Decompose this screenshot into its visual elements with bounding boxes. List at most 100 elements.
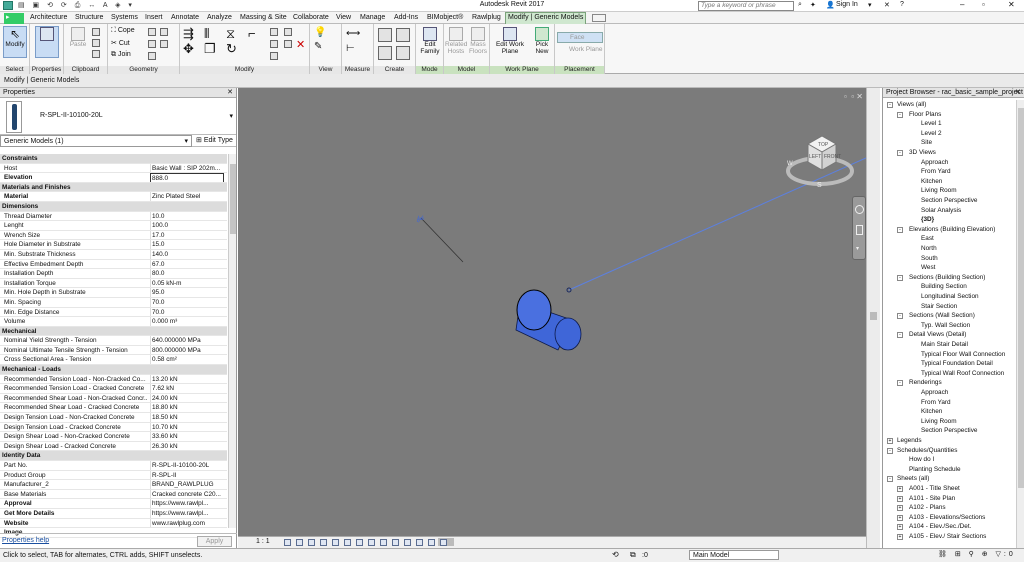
array-icon[interactable]: [270, 40, 278, 48]
property-row[interactable]: Thread Diameter 10.0: [0, 211, 227, 222]
close-properties-icon[interactable]: ✕: [227, 88, 233, 98]
tree-expand-toggle[interactable]: +: [897, 495, 903, 502]
browser-scroll-thumb[interactable]: [1018, 108, 1024, 488]
property-row[interactable]: Nominal Ultimate Tensile Strength - Tens…: [0, 345, 227, 356]
cope-button[interactable]: ⛶ Cope: [111, 27, 135, 35]
tab-systems[interactable]: Systems: [109, 13, 140, 24]
tab-structure[interactable]: Structure: [73, 13, 105, 24]
browser-tree-item[interactable]: Typical Wall Roof Connection: [921, 370, 1004, 378]
browser-tree-item[interactable]: A104 - Elev./Sec./Det.: [909, 523, 971, 531]
related-hosts-button[interactable]: Related Hosts: [445, 27, 467, 55]
property-value[interactable]: 80.0: [150, 269, 224, 278]
browser-tree-item[interactable]: Kitchen: [921, 178, 942, 186]
browser-tree-item[interactable]: 3D Views: [909, 149, 936, 157]
copy-clipboard-icon[interactable]: [92, 39, 100, 47]
rendering-dialog-icon[interactable]: [332, 539, 339, 546]
tree-expand-toggle[interactable]: +: [897, 534, 903, 540]
exchange-icon[interactable]: ✕: [884, 1, 890, 9]
property-row[interactable]: Recommended Shear Load - Cracked Concret…: [0, 403, 227, 414]
sun-path-icon[interactable]: [308, 539, 315, 546]
browser-tree-item[interactable]: How do I: [909, 456, 934, 464]
reveal-hidden-icon[interactable]: [392, 539, 399, 546]
browser-tree-item[interactable]: From Yard: [921, 168, 951, 176]
editable-only-icon[interactable]: ⧉: [630, 550, 636, 560]
browser-tree-item[interactable]: Elevations (Building Elevation): [909, 226, 995, 234]
steering-wheel-icon[interactable]: [855, 205, 864, 214]
tab-view[interactable]: View: [334, 13, 353, 24]
help-icon[interactable]: ?: [900, 1, 904, 8]
tree-expand-toggle[interactable]: +: [897, 524, 903, 531]
property-row[interactable]: Host Basic Wall : SIP 202m...: [0, 163, 227, 174]
highlight-displacement-icon[interactable]: [428, 539, 435, 546]
sign-in-dropdown-icon[interactable]: ▾: [868, 1, 872, 9]
browser-tree-item[interactable]: A102 - Plans: [909, 504, 946, 512]
property-row[interactable]: Recommended Tension Load - Non-Cracked C…: [0, 374, 227, 385]
viewcube[interactable]: TOP LEFT FRONT S W: [786, 128, 860, 189]
pick-new-button[interactable]: Pick New: [532, 27, 552, 55]
properties-scrollbar[interactable]: [228, 154, 236, 528]
browser-tree-item[interactable]: West: [921, 264, 935, 272]
modify-button[interactable]: ⇖ Modify: [3, 26, 27, 58]
browser-tree-item[interactable]: Typical Foundation Detail: [921, 360, 993, 368]
property-row[interactable]: Hole Diameter in Substrate 15.0: [0, 240, 227, 250]
browser-tree-item[interactable]: North: [921, 245, 937, 253]
browser-tree-item[interactable]: Living Room: [921, 418, 957, 426]
browser-tree-item[interactable]: Renderings: [909, 379, 942, 387]
browser-tree-item[interactable]: Stair Section: [921, 303, 957, 311]
create-assembly-icon[interactable]: [378, 28, 392, 42]
property-value[interactable]: 100.0: [150, 221, 224, 230]
property-value[interactable]: 33.60 kN: [150, 432, 224, 441]
browser-tree-item[interactable]: Legends: [897, 437, 922, 445]
visual-style-icon[interactable]: [296, 539, 303, 546]
wall-joins-icon[interactable]: [148, 40, 156, 48]
browser-tree-item[interactable]: Kitchen: [921, 408, 942, 416]
property-value[interactable]: 0.58 cm²: [150, 355, 224, 365]
browser-tree-item[interactable]: Detail Views (Detail): [909, 331, 966, 339]
copy-icon[interactable]: ❐: [204, 42, 216, 56]
tab-add-ins[interactable]: Add-Ins: [392, 13, 420, 24]
property-row[interactable]: Effective Embedment Depth 67.0: [0, 259, 227, 270]
create-parts-icon[interactable]: [396, 28, 410, 42]
tab-massing-site[interactable]: Massing & Site: [238, 13, 289, 24]
property-row[interactable]: Part No. R-SPL-II-10100-20L: [0, 461, 227, 471]
search-input[interactable]: Type a keyword or phrase: [698, 1, 794, 11]
property-value[interactable]: 26.30 kN: [150, 441, 224, 451]
property-value[interactable]: 10.0: [150, 211, 224, 221]
property-value[interactable]: www.rawlplug.com: [150, 518, 224, 528]
property-value[interactable]: 7.62 kN: [150, 384, 224, 393]
show-crop-region-icon[interactable]: [356, 539, 363, 546]
crop-view-icon[interactable]: [344, 539, 351, 546]
maximize-icon[interactable]: ▫: [982, 0, 985, 9]
browser-tree-item[interactable]: Views (all): [897, 101, 926, 109]
browser-tree-item[interactable]: Sheets (all): [897, 475, 929, 483]
tree-expand-toggle[interactable]: +: [897, 505, 903, 512]
browser-tree-item[interactable]: Floor Plans: [909, 111, 941, 119]
property-row[interactable]: Design Tension Load - Cracked Concrete 10…: [0, 422, 227, 433]
analytical-model-icon[interactable]: [416, 539, 423, 546]
browser-tree-item[interactable]: Sections (Building Section): [909, 274, 985, 282]
shadows-icon[interactable]: [320, 539, 327, 546]
tree-expand-toggle[interactable]: -: [897, 332, 903, 339]
tab-manage[interactable]: Manage: [358, 13, 387, 24]
tree-expand-toggle[interactable]: +: [887, 438, 893, 444]
browser-tree-item[interactable]: Main Stair Detail: [921, 341, 968, 349]
browser-tree-item[interactable]: Building Section: [921, 283, 967, 291]
browser-tree-item[interactable]: Level 2: [921, 130, 942, 138]
edit-type-button[interactable]: ⊞ Edit Type: [196, 135, 236, 147]
browser-tree-item[interactable]: Typical Floor Wall Connection: [921, 351, 1005, 359]
cut-clipboard-icon[interactable]: [92, 28, 100, 36]
tree-expand-toggle[interactable]: -: [897, 313, 903, 320]
browser-tree-item[interactable]: Typ. Wall Section: [921, 322, 970, 330]
override-graphics-icon[interactable]: ✎: [314, 41, 322, 52]
project-browser-scrollbar[interactable]: [1016, 100, 1024, 548]
anchor-cylinder[interactable]: [515, 289, 582, 351]
tab-annotate[interactable]: Annotate: [169, 13, 201, 24]
properties-help-link[interactable]: Properties help: [2, 537, 49, 544]
property-row[interactable]: Design Tension Load - Non-Cracked Concre…: [0, 413, 227, 423]
ribbon-minimize-toggle-icon[interactable]: [592, 14, 606, 22]
measure-icon[interactable]: ⟷: [346, 28, 360, 39]
tree-expand-toggle[interactable]: -: [887, 476, 893, 483]
property-row[interactable]: Min. Substrate Thickness 140.0: [0, 249, 227, 260]
offset-icon[interactable]: ⫴: [204, 27, 209, 41]
property-row[interactable]: Website www.rawlplug.com: [0, 518, 227, 529]
